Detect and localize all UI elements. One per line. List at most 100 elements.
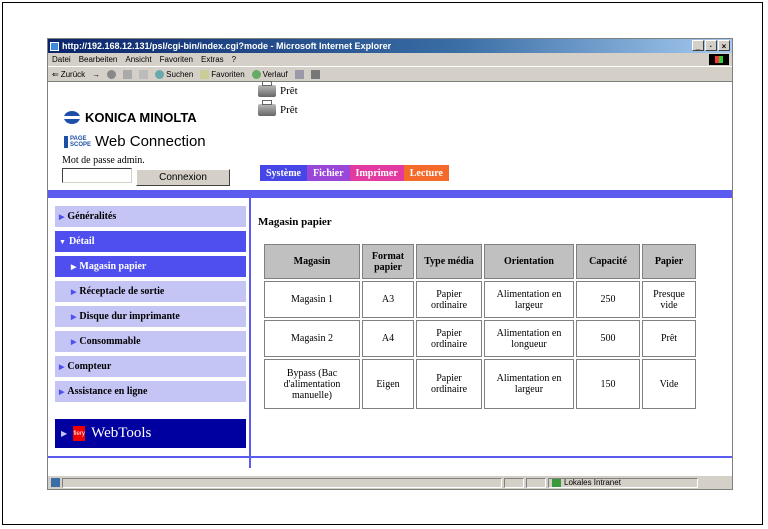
favorites-button[interactable]: Favoriten [200,69,245,79]
print-icon [310,69,320,79]
menu-extras[interactable]: Extras [201,55,224,64]
nav-label: Détail [68,236,95,247]
back-arrow-icon: ⇐ [52,69,59,79]
security-zone: Lokales Intranet [548,477,698,488]
brand-name: KONICA MINOLTA [85,110,197,125]
menu-bearbeiten[interactable]: Bearbeiten [79,55,118,64]
printer-status-1: Prêt [258,81,298,97]
column-header: Papier [642,244,696,279]
cell-papier: Prêt [642,320,696,357]
maximize-button[interactable]: · [705,40,717,51]
product-name: Web Connection [95,133,206,150]
back-button[interactable]: ⇐ Zurück [52,70,85,79]
table-row: Magasin 2 A4 Papier ordinaire Alimentati… [264,320,696,357]
nav-receptacle-de-sortie[interactable]: ▶ Réceptacle de sortie [55,281,246,302]
product-logo: PAGE SCOPE Web Connection [64,133,206,150]
windows-logo-icon [709,54,729,65]
nav-label: Magasin papier [79,261,147,272]
triangle-right-icon: ▶ [59,387,65,396]
triangle-right-icon: ▶ [59,362,65,371]
cell-magasin: Magasin 1 [264,281,360,318]
nav-disque-dur-imprimante[interactable]: ▶ Disque dur imprimante [55,306,246,327]
fiery-logo-icon: fiery [73,426,86,441]
vertical-divider [249,198,251,468]
page-icon [51,478,60,487]
nav-compteur[interactable]: ▶ Compteur [55,356,246,377]
cell-type: Papier ordinaire [416,359,482,409]
nav-magasin-papier[interactable]: ▶ Magasin papier [55,256,246,277]
triangle-right-icon: ▶ [71,337,77,346]
pagescope-bottom: SCOPE [70,141,92,148]
browser-window: http://192.168.12.131/psl/cgi-bin/index.… [47,38,733,490]
browser-toolbar: ⇐ Zurück → Suchen Favoriten Verlauf [48,67,732,82]
refresh-button[interactable] [123,69,133,79]
brand-logo: KONICA MINOLTA [64,110,197,125]
stop-icon [107,69,117,79]
cell-orientation: Alimentation en largeur [484,359,574,409]
fiery-text: fiery [73,430,85,437]
ie-icon [50,41,59,51]
back-label: Zurück [60,69,86,79]
tab-lecture[interactable]: Lecture [403,165,449,181]
nav-generalites[interactable]: ▶ Généralités [55,206,246,227]
cell-format: A3 [362,281,414,318]
search-icon [155,69,165,79]
menu-favoriten[interactable]: Favoriten [160,55,193,64]
refresh-icon [123,69,133,79]
home-button[interactable] [139,69,149,79]
title-bar: http://192.168.12.131/psl/cgi-bin/index.… [48,39,732,53]
column-header: Orientation [484,244,574,279]
stop-button[interactable] [107,69,117,79]
nav-label: Consommable [79,336,141,347]
menu-datei[interactable]: Datei [52,55,71,64]
webtools-label: WebTools [91,425,152,441]
triangle-right-icon: ▶ [71,312,77,321]
history-icon [251,69,261,79]
cell-orientation: Alimentation en longueur [484,320,574,357]
footer-divider [48,456,732,458]
status-pane [526,477,546,488]
password-input[interactable] [62,168,132,183]
page-content: KONICA MINOLTA PAGE SCOPE Web Connection… [48,81,732,476]
cell-papier: Vide [642,359,696,409]
table-row: Bypass (Bac d'alimentation manuelle) Eig… [264,359,696,409]
table-row: Magasin 1 A3 Papier ordinaire Alimentati… [264,281,696,318]
status-message-pane [62,477,502,488]
mail-button[interactable] [294,69,304,79]
nav-assistance-en-ligne[interactable]: ▶ Assistance en ligne [55,381,246,402]
close-button[interactable]: × [718,40,730,51]
nav-detail[interactable]: ▼ Détail [55,231,246,252]
paper-tray-table: Magasin Format papier Type média Orienta… [262,242,698,411]
cell-orientation: Alimentation en largeur [484,281,574,318]
triangle-right-icon: ▶ [59,212,65,221]
forward-button[interactable]: → [92,70,100,79]
history-label: Verlauf [262,69,288,79]
search-button[interactable]: Suchen [155,69,193,79]
pagescope-logo-icon: PAGE SCOPE [64,135,92,148]
triangle-right-icon: ▶ [71,287,77,296]
nav-label: Compteur [67,361,112,372]
tab-label: Lecture [409,167,443,179]
webtools-button[interactable]: ▶ fiery WebTools [55,419,246,448]
print-button[interactable] [310,69,320,79]
minimize-button[interactable]: _ [692,40,704,51]
cell-magasin: Bypass (Bac d'alimentation manuelle) [264,359,360,409]
cell-capacite: 250 [576,281,640,318]
nav-label: Disque dur imprimante [79,311,180,322]
nav-consommable[interactable]: ▶ Consommable [55,331,246,352]
tab-fichier[interactable]: Fichier [307,165,350,181]
tab-label: Fichier [313,167,344,179]
zone-label: Lokales Intranet [564,478,621,487]
konica-minolta-globe-icon [64,111,80,124]
favorites-icon [200,69,210,79]
login-button[interactable]: Connexion [136,169,230,186]
status-pane [504,477,524,488]
menu-ansicht[interactable]: Ansicht [125,55,151,64]
column-header: Type média [416,244,482,279]
menu-help[interactable]: ? [232,55,236,64]
tab-systeme[interactable]: Système [260,165,307,181]
window-controls: _ · × [692,40,730,51]
tab-imprimer[interactable]: Imprimer [349,165,404,181]
history-button[interactable]: Verlauf [251,69,288,79]
page-title: Magasin papier [258,216,332,228]
